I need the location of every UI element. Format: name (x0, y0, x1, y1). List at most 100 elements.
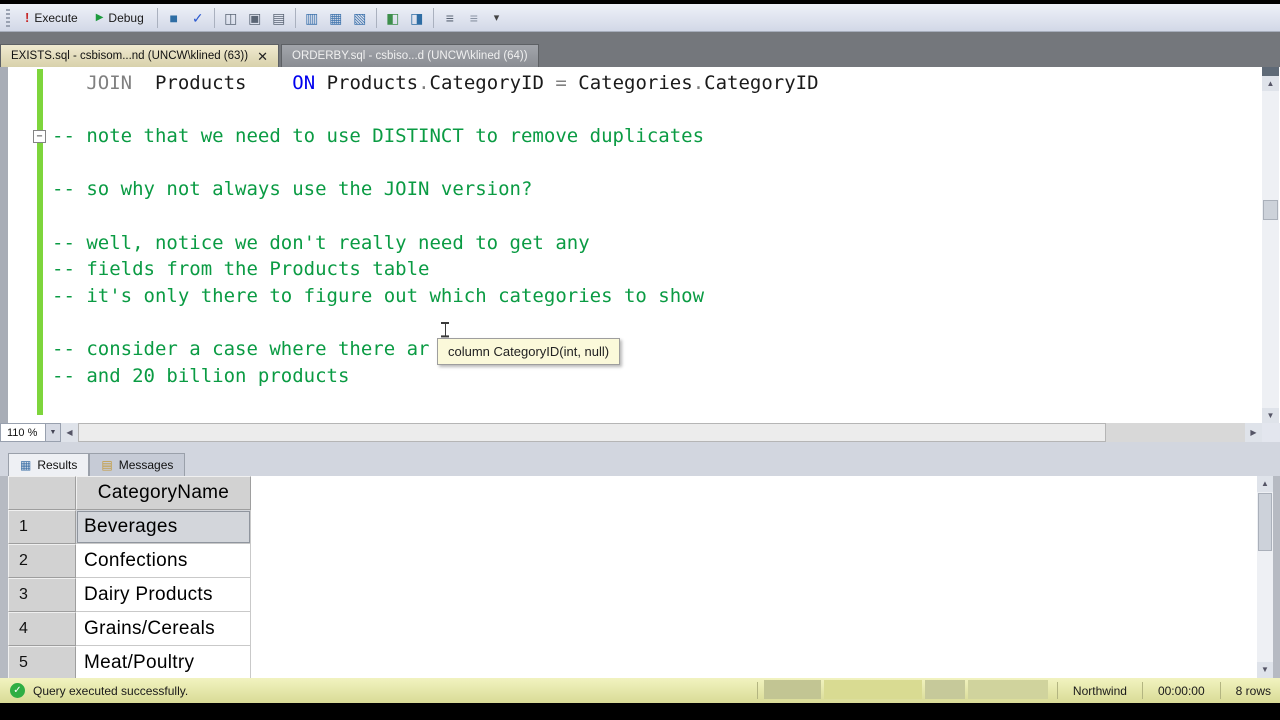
document-tab[interactable]: ORDERBY.sql - csbiso...d (UNCW\klined (6… (281, 44, 539, 67)
scrollbar-thumb[interactable] (1258, 493, 1272, 551)
row-number-cell[interactable]: 2 (8, 544, 76, 578)
status-elapsed-time: 00:00:00 (1157, 683, 1205, 698)
tab-messages[interactable]: ▤ Messages (89, 453, 186, 476)
scroll-up-icon[interactable]: ▲ (1257, 476, 1273, 492)
horizontal-scrollbar-track[interactable] (1106, 423, 1245, 442)
results-to-grid-icon[interactable]: ▦ (324, 7, 348, 29)
stop-icon[interactable]: ■ (162, 7, 186, 29)
toolbar-separator (294, 8, 296, 29)
results-to-text-icon[interactable]: ▥ (300, 7, 324, 29)
tab-results[interactable]: ▦ Results (8, 453, 90, 476)
category-name-cell[interactable]: Dairy Products (76, 578, 251, 612)
tab-label: ORDERBY.sql - csbiso...d (UNCW\klined (6… (292, 50, 528, 62)
toolbar-overflow-icon[interactable]: ▾ (494, 11, 500, 24)
code-line: -- so why not always use the JOIN versio… (52, 176, 819, 203)
table-row: 1 Beverages (8, 510, 251, 544)
messages-icon: ▤ (101, 458, 113, 472)
code-line: -- fields from the Products table (52, 256, 819, 283)
code-fold-collapse-icon[interactable]: − (33, 130, 46, 143)
scroll-down-icon[interactable]: ▼ (1262, 408, 1279, 423)
redacted-block (823, 679, 922, 699)
status-database: Northwind (1072, 683, 1127, 698)
messages-tab-label: Messages (118, 458, 174, 472)
find-document-icon[interactable]: ▣ (243, 7, 267, 29)
category-name-cell[interactable]: Grains/Cereals (76, 612, 251, 646)
indent-lines-icon[interactable]: ≡ (438, 7, 462, 29)
status-bar: ✓ Query executed successfully. Northwind… (0, 678, 1280, 703)
code-line: -- consider a case where there ar (52, 336, 819, 363)
document-tab[interactable]: EXISTS.sql - csbisom...nd (UNCW\klined (… (0, 44, 279, 67)
scrollbar-thumb[interactable] (1263, 200, 1278, 220)
database-green-icon[interactable]: ◧ (381, 7, 405, 29)
row-number-cell[interactable]: 3 (8, 578, 76, 612)
column-header-categoryname[interactable]: CategoryName (76, 476, 251, 510)
code-segment: Categories (566, 72, 693, 94)
category-name-cell[interactable]: Meat/Poultry (76, 646, 251, 678)
redacted-block (967, 679, 1048, 699)
save-results-icon[interactable]: ▤ (267, 7, 291, 29)
editor-left-edge (0, 67, 8, 423)
status-divider (1219, 682, 1221, 699)
status-message: Query executed successfully. (33, 683, 189, 698)
horizontal-scrollbar-thumb[interactable] (78, 423, 1106, 442)
status-divider (1141, 682, 1143, 699)
scroll-right-icon[interactable]: ▶ (1245, 423, 1262, 442)
code-segment: . (692, 72, 705, 94)
scroll-down-icon[interactable]: ▼ (1257, 662, 1273, 678)
editor-bottom-bar: 110 % ▼ ◀ ▶ (0, 423, 1280, 442)
code-segment: -- note that we need to use DISTINCT to … (52, 125, 705, 148)
grid-vertical-scrollbar[interactable]: ▲ ▼ (1257, 476, 1273, 678)
editor-vertical-scrollbar[interactable]: ▲ ▼ (1262, 67, 1279, 423)
outdent-lines-icon[interactable]: ≡ (462, 7, 486, 29)
toolbar-separator (213, 8, 215, 29)
grid-rows: 1 Beverages 2 Confections 3 Dairy Products 4 Gr… (8, 510, 251, 678)
zoom-level-select[interactable]: 110 % (0, 423, 46, 442)
category-name-cell[interactable]: Confections (76, 544, 251, 578)
code-line: -- and 20 billion products (52, 363, 819, 390)
intellisense-tooltip: column CategoryID(int, null) (437, 338, 621, 365)
parse-check-icon[interactable]: ✓ (186, 7, 210, 29)
results-grid-icon: ▦ (20, 458, 32, 472)
grid-corner-cell[interactable] (8, 476, 76, 510)
splitter-handle[interactable] (1262, 67, 1279, 76)
toolbar: ! Execute ▶ Debug ■ ✓ ◫ ▣ ▤ ▥ ▦ ▧ ◧ ◨ ≡ ≡ ▾ (0, 4, 1280, 32)
row-number-cell[interactable]: 1 (8, 510, 76, 544)
sql-editor[interactable]: − JOIN Products ON Products.CategoryID =… (0, 67, 1280, 423)
category-name-cell[interactable]: Beverages (76, 510, 251, 544)
execute-label: Execute (34, 10, 78, 25)
change-tracking-bar (37, 69, 43, 415)
code-segment: ON (292, 72, 316, 94)
table-row: 2 Confections (8, 544, 251, 578)
row-number-cell[interactable]: 4 (8, 612, 76, 646)
code-line: -- well, notice we don't really need to … (52, 230, 819, 257)
redacted-block (763, 679, 821, 699)
redacted-block (924, 679, 965, 699)
document-tabstrip: EXISTS.sql - csbisom...nd (UNCW\klined (… (0, 32, 1280, 67)
results-grid: CategoryName 1 Beverages 2 Confections 3 Dair… (0, 476, 1280, 678)
table-row: 5 Meat/Poultry (8, 646, 251, 678)
results-to-file-icon[interactable]: ▧ (348, 7, 372, 29)
code-area[interactable]: JOIN Products ON Products.CategoryID = C… (52, 70, 819, 389)
code-segment: Products (315, 72, 419, 94)
execute-button[interactable]: ! Execute (16, 7, 87, 29)
code-line: -- note that we need to use DISTINCT to … (52, 123, 819, 150)
grid-header-row: CategoryName (8, 476, 251, 510)
split-window-icon[interactable]: ◫ (219, 7, 243, 29)
code-segment: JOIN (86, 72, 133, 94)
toolbar-grip[interactable] (6, 8, 10, 27)
results-tabbar: ▦ Results ▤ Messages (0, 442, 1280, 476)
zoom-dropdown-icon[interactable]: ▼ (46, 423, 61, 442)
scroll-up-icon[interactable]: ▲ (1262, 76, 1279, 91)
scroll-left-icon[interactable]: ◀ (61, 423, 78, 442)
row-number-cell[interactable]: 5 (8, 646, 76, 678)
debug-button[interactable]: ▶ Debug (87, 7, 153, 29)
close-icon[interactable]: ✕ (257, 50, 268, 63)
toolbar-separator (375, 8, 377, 29)
success-check-icon: ✓ (10, 683, 25, 698)
database-blue-icon[interactable]: ◨ (405, 7, 429, 29)
code-line: JOIN Products ON Products.CategoryID = C… (52, 70, 818, 97)
